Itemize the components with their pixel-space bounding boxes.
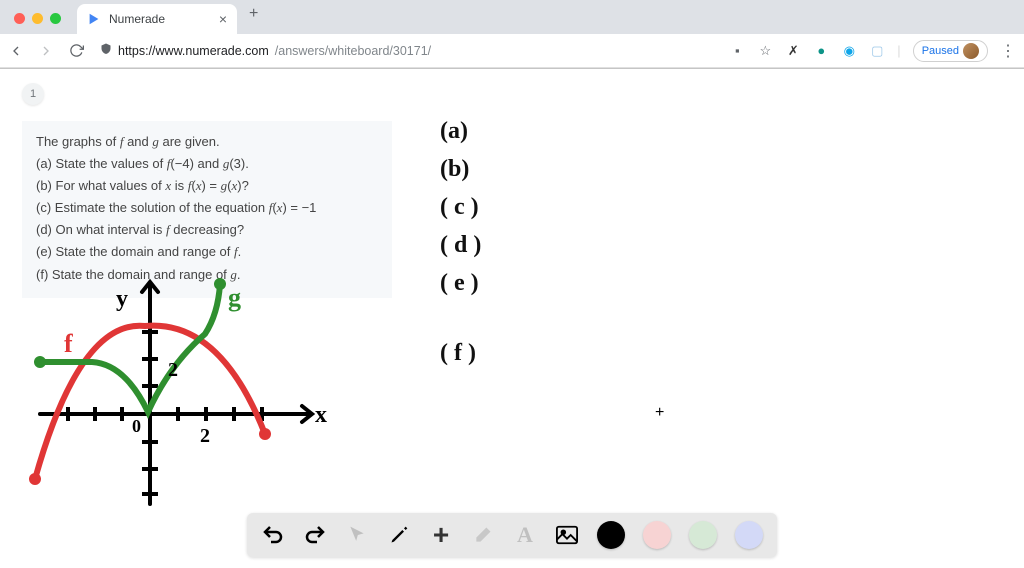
y-axis-label: y — [116, 286, 128, 312]
browser-chrome: Numerade × + https://www.numerade.com/an… — [0, 0, 1024, 69]
window-controls — [14, 13, 61, 24]
star-icon[interactable]: ☆ — [757, 43, 773, 59]
whiteboard-content: 1 The graphs of f and g are given. (a) S… — [0, 69, 1024, 568]
color-pink[interactable] — [643, 521, 671, 549]
close-tab-button[interactable]: × — [219, 11, 227, 27]
x-tick-2: 2 — [200, 425, 210, 447]
forward-button[interactable] — [38, 43, 54, 59]
page-number: 1 — [30, 88, 36, 100]
hw-e: ( e ) — [440, 271, 481, 295]
problem-part-c: (c) Estimate the solution of the equatio… — [36, 197, 378, 219]
hand-drawn-graph: y x f g 2 2 0 — [20, 264, 330, 514]
tab-title: Numerade — [109, 12, 165, 26]
x-axis-label: x — [315, 402, 327, 428]
hw-b: (b) — [440, 157, 481, 181]
problem-part-a: (a) State the values of f(−4) and g(3). — [36, 153, 378, 175]
handwritten-answers: (a) (b) ( c ) ( d ) ( e ) ( f ) — [440, 119, 481, 379]
problem-part-d: (d) On what interval is f decreasing? — [36, 219, 378, 241]
paused-label: Paused — [922, 45, 959, 57]
close-window-button[interactable] — [14, 13, 25, 24]
text-tool[interactable]: A — [513, 523, 537, 547]
extension-icons: ▪ ☆ ✗ ● ◉ ▢ | Paused ⋮ — [729, 40, 1016, 62]
url-bar[interactable]: https://www.numerade.com/answers/whitebo… — [94, 43, 719, 58]
hw-c: ( c ) — [440, 195, 481, 219]
url-path: /answers/whiteboard/30171/ — [275, 44, 431, 58]
drawing-toolbar: + A — [247, 513, 777, 557]
color-green[interactable] — [689, 521, 717, 549]
plus-tool[interactable]: + — [429, 523, 453, 547]
hw-a: (a) — [440, 119, 481, 143]
hw-d: ( d ) — [440, 233, 481, 257]
reload-button[interactable] — [68, 43, 84, 59]
avatar-icon — [963, 43, 979, 59]
secure-icon — [100, 43, 112, 58]
profile-paused-button[interactable]: Paused — [913, 40, 988, 62]
browser-menu-button[interactable]: ⋮ — [1000, 41, 1016, 61]
new-tab-button[interactable]: + — [243, 2, 264, 26]
pen-tool[interactable] — [387, 523, 411, 547]
g-label: g — [228, 283, 241, 312]
color-blue[interactable] — [735, 521, 763, 549]
favicon-icon — [87, 12, 101, 26]
f-label: f — [64, 329, 73, 358]
svg-text:0: 0 — [132, 416, 141, 436]
ext-1-icon[interactable]: ✗ — [785, 43, 801, 59]
ext-3-icon[interactable]: ◉ — [841, 43, 857, 59]
tab-strip: Numerade × + — [0, 0, 1024, 34]
cast-icon[interactable]: ▪ — [729, 43, 745, 59]
pointer-tool[interactable] — [345, 523, 369, 547]
page-indicator[interactable]: 1 — [22, 83, 44, 105]
undo-button[interactable] — [261, 523, 285, 547]
y-tick-2: 2 — [168, 359, 178, 381]
ext-4-icon[interactable]: ▢ — [869, 43, 885, 59]
color-black[interactable] — [597, 521, 625, 549]
nav-buttons — [8, 43, 84, 59]
ext-2-icon[interactable]: ● — [813, 43, 829, 59]
back-button[interactable] — [8, 43, 24, 59]
maximize-window-button[interactable] — [50, 13, 61, 24]
url-host: https://www.numerade.com — [118, 44, 269, 58]
hw-f: ( f ) — [440, 341, 481, 365]
minimize-window-button[interactable] — [32, 13, 43, 24]
problem-part-e: (e) State the domain and range of f. — [36, 241, 378, 263]
redo-button[interactable] — [303, 523, 327, 547]
address-bar-row: https://www.numerade.com/answers/whitebo… — [0, 34, 1024, 68]
browser-tab[interactable]: Numerade × — [77, 4, 237, 34]
problem-intro: The graphs of f and g are given. — [36, 131, 378, 153]
eraser-tool[interactable] — [471, 523, 495, 547]
problem-part-b: (b) For what values of x is f(x) = g(x)? — [36, 175, 378, 197]
drawing-cursor: + — [655, 404, 664, 422]
image-tool[interactable] — [555, 523, 579, 547]
